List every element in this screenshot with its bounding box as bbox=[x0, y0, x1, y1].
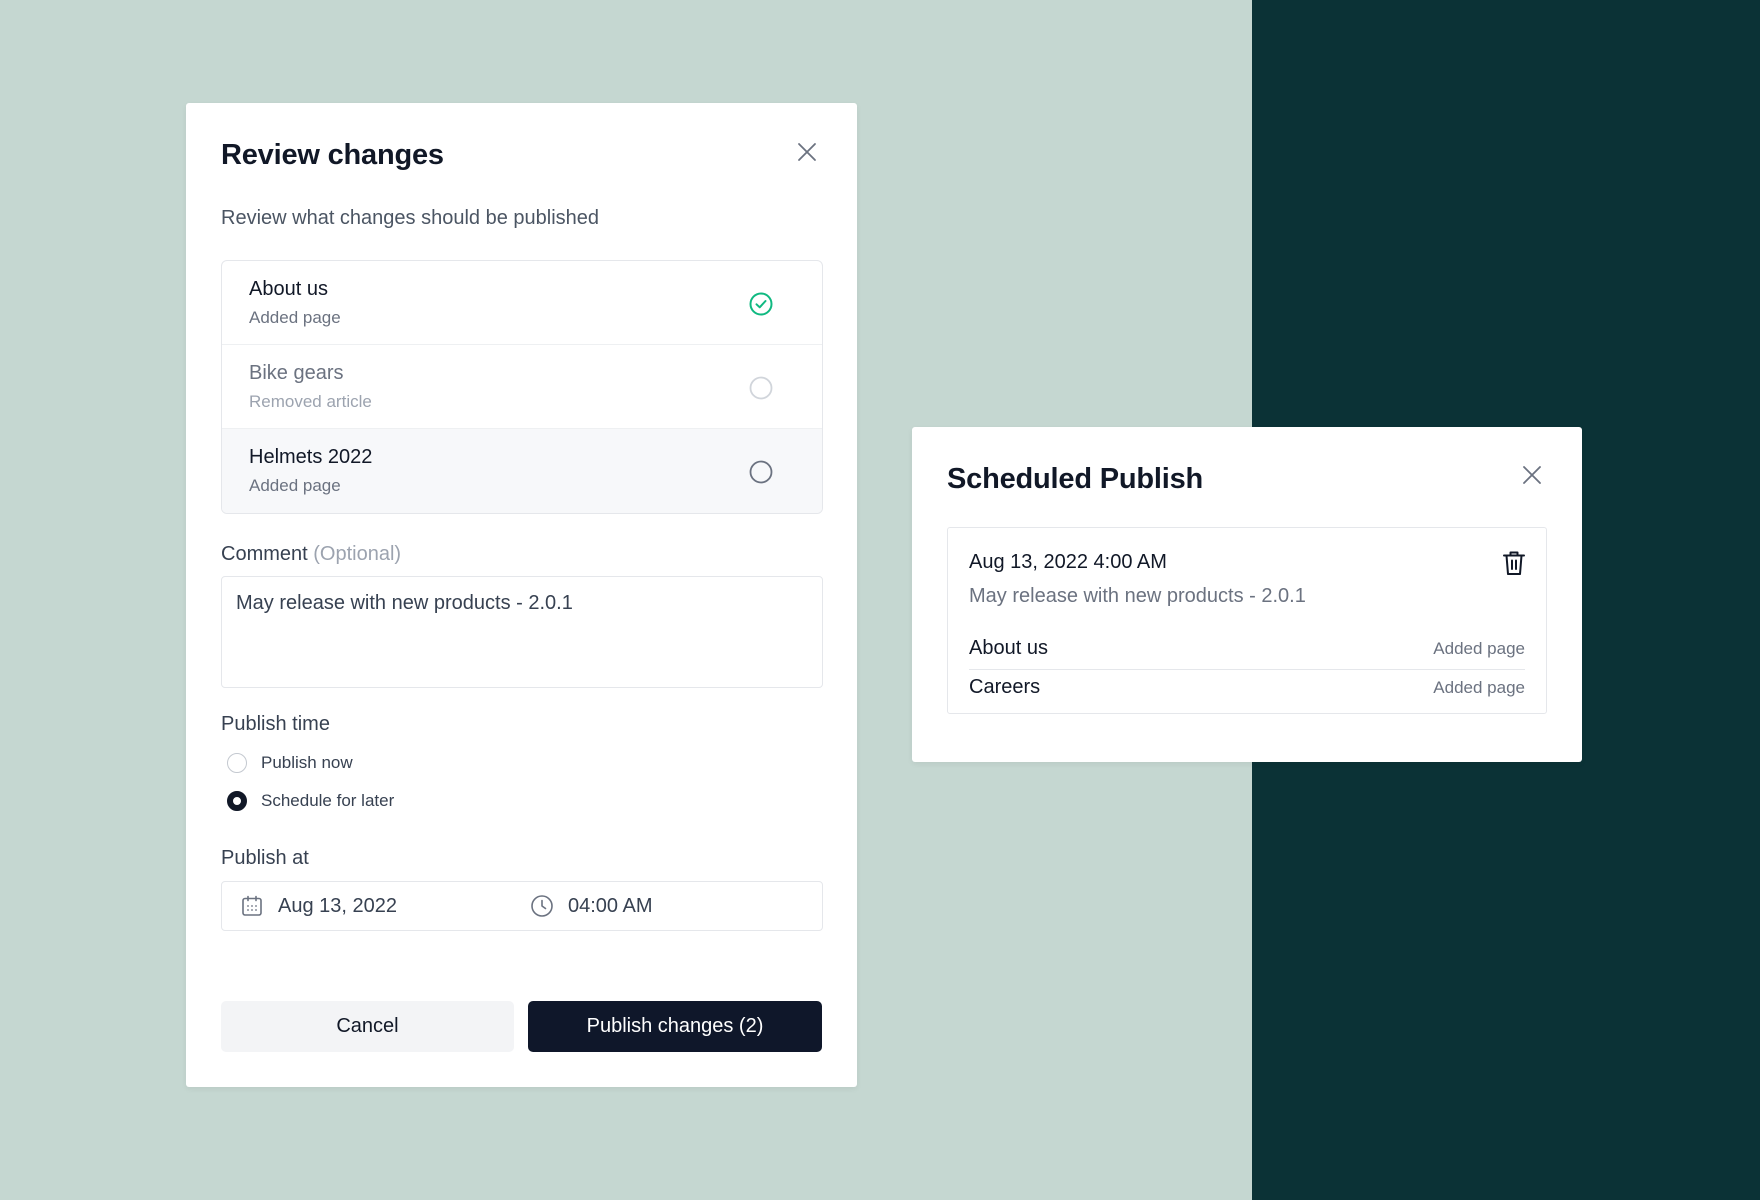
schedule-later-label: Schedule for later bbox=[261, 791, 395, 810]
item-type: Added page bbox=[249, 476, 341, 495]
comment-label-text: Comment bbox=[221, 543, 308, 565]
calendar-icon bbox=[242, 895, 262, 916]
cancel-button[interactable]: Cancel bbox=[221, 1001, 514, 1052]
list-item-about-us[interactable]: About us Added page bbox=[222, 261, 822, 345]
scheduled-entry: Aug 13, 2022 4:00 AM May release with ne… bbox=[947, 527, 1547, 714]
close-icon bbox=[1523, 466, 1541, 484]
time-picker[interactable]: 04:00 AM bbox=[530, 882, 653, 930]
publish-changes-button[interactable]: Publish changes (2) bbox=[528, 1001, 822, 1052]
scheduled-comment: May release with new products - 2.0.1 bbox=[969, 585, 1306, 607]
publish-at-label: Publish at bbox=[221, 847, 309, 869]
publish-now-radio[interactable] bbox=[227, 753, 247, 773]
scheduled-item-row: Careers Added page bbox=[969, 670, 1525, 708]
comment-label: Comment (Optional) bbox=[221, 543, 401, 566]
scheduled-datetime: Aug 13, 2022 4:00 AM bbox=[969, 551, 1167, 573]
close-button[interactable] bbox=[793, 138, 821, 166]
list-item-helmets-2022[interactable]: Helmets 2022 Added page bbox=[222, 429, 822, 513]
check-circle-icon[interactable] bbox=[748, 291, 774, 317]
publish-time-label: Publish time bbox=[221, 713, 330, 735]
comment-optional-text: (Optional) bbox=[313, 543, 402, 565]
trash-icon[interactable] bbox=[1501, 549, 1527, 577]
publish-now-option[interactable]: Publish now bbox=[227, 753, 353, 773]
scheduled-item-row: About us Added page bbox=[969, 631, 1525, 670]
schedule-later-option[interactable]: Schedule for later bbox=[227, 791, 394, 811]
unchecked-circle-icon[interactable] bbox=[748, 459, 774, 485]
list-item-bike-gears[interactable]: Bike gears Removed article bbox=[222, 345, 822, 429]
date-picker[interactable]: Aug 13, 2022 bbox=[240, 882, 397, 930]
item-name: Bike gears bbox=[249, 362, 344, 384]
clock-icon bbox=[531, 895, 553, 917]
item-type: Removed article bbox=[249, 392, 372, 411]
item-name: About us bbox=[249, 278, 328, 300]
item-type: Added page bbox=[249, 308, 341, 327]
publish-at-field: Aug 13, 2022 04:00 AM bbox=[221, 881, 823, 931]
scheduled-publish-dialog: Scheduled Publish Aug 13, 2022 4:00 AM M… bbox=[912, 427, 1582, 762]
scheduled-title: Scheduled Publish bbox=[947, 463, 1204, 495]
changes-list: About us Added page Bike gears Removed a… bbox=[221, 260, 823, 514]
review-changes-dialog: Review changes Review what changes shoul… bbox=[186, 103, 857, 1087]
scheduled-item-name: About us bbox=[969, 637, 1048, 659]
time-value: 04:00 AM bbox=[568, 894, 653, 917]
scheduled-item-type: Added page bbox=[1433, 639, 1525, 658]
item-name: Helmets 2022 bbox=[249, 446, 373, 468]
dialog-title: Review changes bbox=[221, 139, 444, 171]
publish-now-label: Publish now bbox=[261, 753, 353, 772]
close-button[interactable] bbox=[1518, 461, 1546, 489]
schedule-later-radio[interactable] bbox=[227, 791, 247, 811]
close-icon bbox=[798, 143, 816, 161]
scheduled-item-type: Added page bbox=[1433, 678, 1525, 697]
unchecked-circle-icon[interactable] bbox=[748, 375, 774, 401]
dialog-subtitle: Review what changes should be published bbox=[221, 207, 600, 229]
comment-textarea[interactable]: May release with new products - 2.0.1 bbox=[221, 576, 823, 688]
scheduled-item-name: Careers bbox=[969, 676, 1041, 698]
date-value: Aug 13, 2022 bbox=[278, 894, 397, 917]
